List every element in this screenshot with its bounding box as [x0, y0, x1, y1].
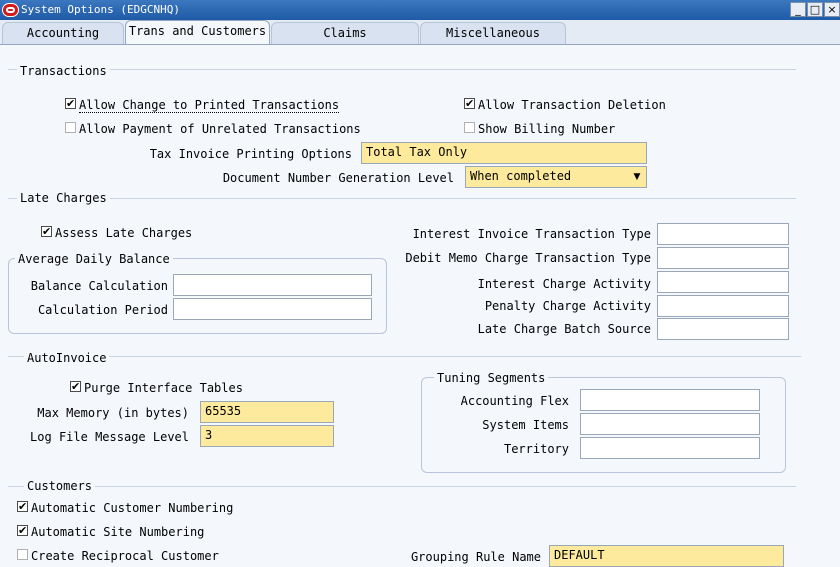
create-reciprocal-customer-label: Create Reciprocal Customer	[31, 549, 219, 563]
tab-content-border	[0, 44, 840, 45]
interest-invoice-type-label: Interest Invoice Transaction Type	[412, 227, 651, 241]
tuning-segments-title: Tuning Segments	[434, 371, 549, 385]
allow-deletion-checkbox[interactable]: ✔	[464, 98, 475, 109]
section-divider	[8, 356, 801, 357]
grouping-rule-label: Grouping Rule Name	[410, 550, 541, 564]
doc-number-level-label: Document Number Generation Level	[222, 171, 454, 185]
system-items-field[interactable]	[580, 413, 760, 435]
section-title-late-charges: Late Charges	[17, 191, 110, 205]
purge-interface-tables-checkbox[interactable]: ✔	[70, 381, 81, 392]
interest-invoice-type-field[interactable]	[657, 223, 789, 245]
assess-late-charges-label: Assess Late Charges	[55, 226, 193, 240]
calculation-period-field[interactable]	[173, 298, 372, 320]
average-daily-balance-title: Average Daily Balance	[15, 252, 173, 266]
section-title-transactions: Transactions	[17, 64, 110, 78]
territory-field[interactable]	[580, 437, 760, 459]
tab-trans-and-customers[interactable]: Trans and Customers	[125, 20, 270, 45]
purge-interface-tables-label: Purge Interface Tables	[84, 381, 243, 395]
section-title-autoinvoice: AutoInvoice	[24, 351, 110, 365]
tab-claims[interactable]: Claims	[271, 22, 419, 44]
late-charge-batch-source-label: Late Charge Batch Source	[477, 322, 651, 336]
allow-payment-unrelated-label: Allow Payment of Unrelated Transactions	[79, 122, 361, 136]
interest-charge-activity-label: Interest Charge Activity	[477, 277, 651, 291]
tab-accounting[interactable]: Accounting	[2, 22, 124, 44]
tax-invoice-label: Tax Invoice Printing Options	[149, 147, 352, 161]
debit-memo-type-field[interactable]	[657, 247, 789, 269]
accounting-flex-field[interactable]	[580, 389, 760, 411]
auto-customer-numbering-label: Automatic Customer Numbering	[31, 501, 234, 515]
title-bar: System Options (EDGCNHQ) _ □ ×	[0, 0, 840, 20]
system-items-label: System Items	[482, 418, 569, 432]
auto-site-numbering-checkbox[interactable]: ✔	[17, 525, 28, 536]
average-daily-balance-group	[8, 258, 387, 334]
assess-late-charges-checkbox[interactable]: ✔	[41, 226, 52, 237]
doc-number-level-value: When completed	[470, 169, 572, 183]
section-divider	[8, 69, 796, 70]
window-title: System Options (EDGCNHQ)	[21, 3, 180, 16]
late-charge-batch-source-field[interactable]	[657, 318, 789, 340]
tax-invoice-field[interactable]: Total Tax Only	[361, 142, 647, 164]
dropdown-arrow-icon[interactable]: ▼	[631, 169, 643, 185]
allow-change-printed-label: Allow Change to Printed Transactions	[79, 98, 340, 113]
show-billing-number-label: Show Billing Number	[478, 122, 616, 136]
penalty-charge-activity-field[interactable]	[657, 295, 789, 317]
penalty-charge-activity-label: Penalty Charge Activity	[484, 299, 651, 313]
allow-change-printed-checkbox[interactable]: ✔	[65, 98, 76, 109]
accounting-flex-label: Accounting Flex	[460, 394, 569, 408]
oracle-logo-icon	[2, 3, 19, 17]
maximize-button[interactable]: □	[807, 2, 823, 17]
allow-payment-unrelated-checkbox[interactable]	[65, 122, 76, 133]
log-file-level-label: Log File Message Level	[30, 430, 189, 444]
doc-number-level-select[interactable]: When completed ▼	[465, 166, 647, 188]
debit-memo-type-label: Debit Memo Charge Transaction Type	[405, 251, 651, 265]
auto-customer-numbering-checkbox[interactable]: ✔	[17, 501, 28, 512]
auto-site-numbering-label: Automatic Site Numbering	[31, 525, 205, 539]
close-button[interactable]: ×	[824, 2, 840, 17]
balance-calculation-field[interactable]	[173, 274, 372, 296]
minimize-button[interactable]: _	[790, 2, 806, 17]
calculation-period-label: Calculation Period	[37, 303, 168, 317]
max-memory-field[interactable]: 65535	[200, 401, 334, 423]
max-memory-label: Max Memory (in bytes)	[37, 406, 189, 420]
grouping-rule-field[interactable]: DEFAULT	[549, 545, 784, 567]
balance-calculation-label: Balance Calculation	[30, 279, 168, 293]
interest-charge-activity-field[interactable]	[657, 271, 789, 293]
show-billing-number-checkbox[interactable]	[464, 122, 475, 133]
section-divider	[8, 198, 796, 199]
territory-label: Territory	[503, 442, 569, 456]
tab-miscellaneous[interactable]: Miscellaneous	[420, 22, 566, 44]
section-divider	[8, 486, 796, 487]
allow-deletion-label: Allow Transaction Deletion	[478, 98, 666, 112]
create-reciprocal-customer-checkbox[interactable]	[17, 549, 28, 560]
log-file-level-field[interactable]: 3	[200, 425, 334, 447]
section-title-customers: Customers	[24, 479, 96, 493]
